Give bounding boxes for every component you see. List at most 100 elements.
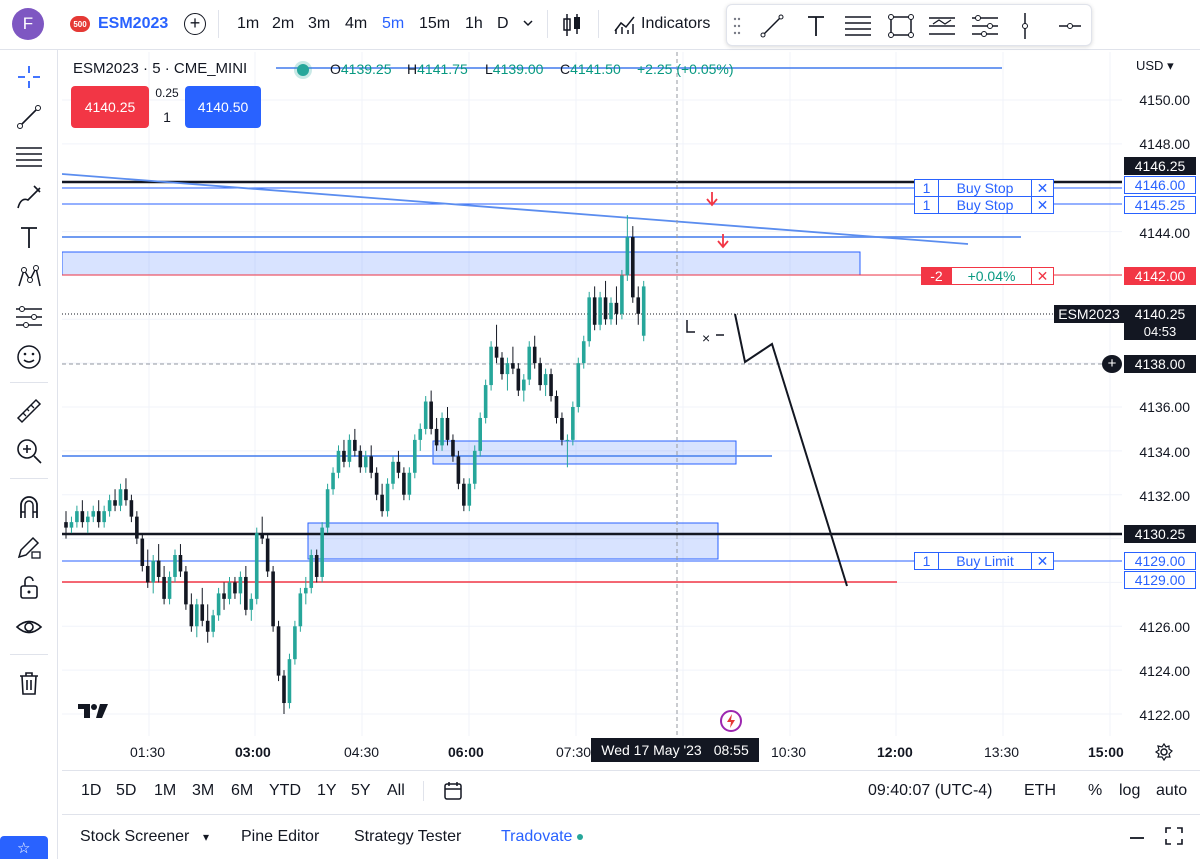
collapse-panel-icon[interactable] [1128,830,1146,846]
range-all[interactable]: All [387,782,405,800]
ohlc-high-label: H [407,61,418,77]
trend-line-icon[interactable] [759,13,785,39]
fib-tool-icon[interactable] [14,142,44,172]
tab-stock-screener[interactable]: Stock Screener [80,828,189,846]
candle-body [369,456,373,473]
tab-strategy-tester[interactable]: Strategy Tester [354,828,461,846]
buy-stop-order-2[interactable]: 1 Buy Stop ✕ [914,196,1054,214]
clock-timezone[interactable]: 09:40:07 (UTC-4) [868,782,993,800]
lightning-event-icon[interactable] [719,709,743,733]
pattern-tool-icon[interactable] [14,262,44,292]
price-tick: 4134.00 [1139,444,1190,460]
timeframe-d[interactable]: D [497,15,509,33]
range-ytd[interactable]: YTD [269,782,301,800]
time-axis[interactable]: 01:30 03:00 04:30 06:00 07:30 10:30 12:0… [62,736,1124,766]
emoji-icon[interactable] [14,342,44,372]
chevron-down-icon[interactable] [521,16,535,30]
fib-retracement-icon[interactable] [843,14,873,38]
time-tick: 12:00 [877,744,913,760]
candle-body [380,494,384,512]
timeframe-15m[interactable]: 15m [419,15,450,33]
chevron-down-icon[interactable]: ▾ [203,830,209,844]
quantity-input[interactable]: 1 [152,106,182,128]
divider [423,781,424,801]
compare-symbol-icon[interactable]: + [184,13,206,35]
candlestick-chart-icon[interactable] [561,12,583,38]
brush-icon[interactable] [14,182,44,212]
rectangle-tool-icon[interactable] [887,13,915,39]
divider [10,478,48,479]
range-5d[interactable]: 5D [116,782,136,800]
buy-button[interactable]: 4140.50 [185,86,261,128]
sell-button[interactable]: 4140.25 [71,86,149,128]
range-1y[interactable]: 1Y [317,782,337,800]
add-alert-icon[interactable]: + [1102,355,1122,373]
tab-tradovate[interactable]: Tradovate [501,828,572,846]
cancel-order-icon[interactable]: ✕ [1031,197,1053,213]
trend-line-icon[interactable] [14,102,44,132]
position-label[interactable]: -2 +0.04% ✕ [921,267,1054,285]
currency-selector[interactable]: USD ▾ [1136,58,1174,74]
timeframe-1m[interactable]: 1m [237,15,259,33]
percent-toggle[interactable]: % [1088,782,1102,800]
crosshair-icon[interactable] [14,62,44,92]
magnet-icon[interactable] [14,492,44,522]
demand-zone-low [307,522,719,560]
symbol-search-button[interactable]: ESM2023 [98,15,168,33]
price-axis[interactable]: USD ▾ 4150.00 4148.00 4144.00 4136.00 41… [1122,52,1200,736]
vertical-line-icon[interactable] [1019,11,1031,41]
timeframe-2m[interactable]: 2m [272,15,294,33]
auto-toggle[interactable]: auto [1156,782,1187,800]
candle-body [304,587,308,594]
close-position-icon[interactable]: ✕ [1031,268,1053,284]
candle-body [96,511,101,523]
text-tool-icon[interactable] [14,222,44,252]
bar-countdown: 04:53 [1124,322,1196,340]
horizontal-line-icon[interactable] [1057,14,1083,38]
timeframe-1h[interactable]: 1h [465,15,483,33]
range-3m[interactable]: 3M [192,782,214,800]
user-avatar[interactable]: F [12,8,44,40]
eye-icon[interactable] [14,612,44,642]
candle-body [532,346,537,364]
forecasting-tool-icon[interactable] [14,302,44,332]
ruler-icon[interactable] [14,396,44,426]
range-1d[interactable]: 1D [81,782,101,800]
ohlc-high: H4141.75 [407,61,468,77]
candle-body [238,576,243,594]
goto-date-icon[interactable] [442,780,464,802]
candle-body [603,297,608,320]
indicators-button[interactable]: Indicators [641,15,710,33]
indicators-icon[interactable] [613,13,637,35]
ohlc-low-label: L [485,61,493,77]
settings-gear-icon[interactable] [1154,742,1174,762]
star-favorites-icon[interactable]: ☆ [0,836,48,859]
candle-body [581,341,586,364]
trash-icon[interactable] [14,668,44,698]
long-position-icon[interactable] [927,14,957,38]
candle-body [554,396,559,418]
buy-stop-order-1[interactable]: 1 Buy Stop ✕ [914,179,1054,197]
range-5y[interactable]: 5Y [351,782,371,800]
drawing-mode-lock-icon[interactable] [14,532,44,562]
crosshair-price-badge: 4138.00 [1124,355,1196,373]
drag-handle-icon[interactable] [733,15,741,37]
range-6m[interactable]: 6M [231,782,253,800]
cancel-order-icon[interactable]: ✕ [1031,553,1053,569]
range-1m[interactable]: 1M [154,782,176,800]
zoom-in-icon[interactable] [14,436,44,466]
tab-pine-editor[interactable]: Pine Editor [241,828,319,846]
buy-limit-order[interactable]: 1 Buy Limit ✕ [914,552,1054,570]
price-range-icon[interactable] [970,14,1000,38]
price-chart[interactable]: × [62,52,1122,736]
session-toggle[interactable]: ETH [1024,782,1056,800]
maximize-panel-icon[interactable] [1164,826,1184,846]
timeframe-4m[interactable]: 4m [345,15,367,33]
price-tick: 4122.00 [1139,707,1190,723]
timeframe-5m[interactable]: 5m [382,15,404,33]
log-toggle[interactable]: log [1119,782,1140,800]
unlock-icon[interactable] [14,572,44,602]
text-tool-icon[interactable] [805,13,827,39]
timeframe-3m[interactable]: 3m [308,15,330,33]
cancel-order-icon[interactable]: ✕ [1031,180,1053,196]
